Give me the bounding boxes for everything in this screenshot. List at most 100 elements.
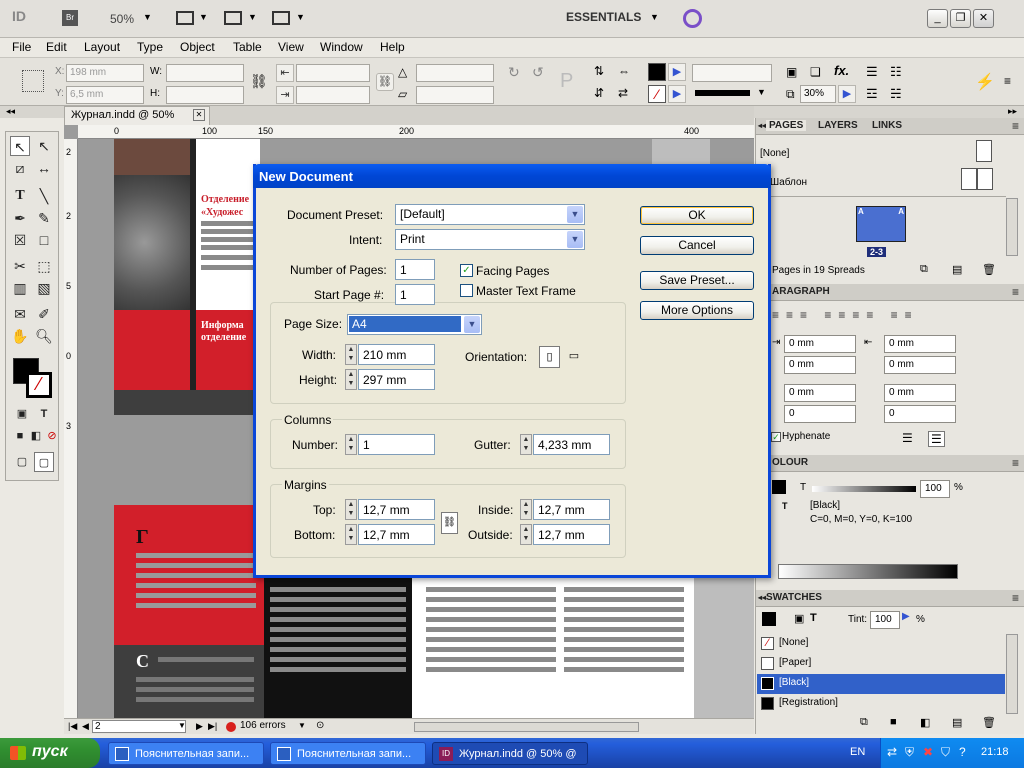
network-icon[interactable]: ⇄ [887,745,897,759]
pages-input[interactable] [395,259,435,280]
show-swatches-icon[interactable]: ⧉ [860,716,868,729]
x-field[interactable]: 198 mm [66,64,144,82]
master-frame-checkbox[interactable] [460,284,473,297]
intent-select[interactable]: Print ▼ [395,229,585,250]
collapse-icon[interactable]: ◂◂ [758,121,766,130]
apply-none-icon[interactable]: ⊘ [42,426,62,446]
text-formatting-icon[interactable]: T [782,501,788,511]
chevron-down-icon[interactable]: ▼ [567,231,583,248]
select-container-icon[interactable]: ⇔ [618,64,630,78]
stroke-weight-select[interactable] [692,64,772,82]
language-indicator[interactable]: EN [850,746,865,758]
tab-layers[interactable]: LAYERS [818,120,858,131]
chevron-down-icon[interactable]: ▼ [567,206,583,223]
h-field[interactable] [166,86,244,104]
wrap-jump-icon[interactable]: ☵ [890,86,902,102]
new-swatch-icon[interactable]: ▤ [952,716,962,729]
stroke-none-icon[interactable]: ⁄ [648,85,666,103]
close-button[interactable]: ✕ [973,9,994,28]
collapse-icon[interactable]: ◂◂ [758,593,766,602]
next-page-icon[interactable]: ▶ [196,721,203,732]
view-options-icon[interactable] [176,11,194,25]
inside-spinner[interactable]: ▲ ▼ [520,499,532,520]
chevron-down-icon[interactable]: ▼ [464,316,480,333]
outside-margin-input[interactable] [533,524,610,545]
stroke-color-icon[interactable]: ⁄ [26,372,52,398]
do-not-align-grid-icon[interactable]: ☰ [928,431,945,447]
taskbar-item-active[interactable]: ID Журнал.indd @ 50% @ [432,742,588,765]
more-options-button[interactable]: More Options [640,301,754,320]
swatch-row[interactable]: [Registration] [757,694,1005,714]
hand-tool-icon[interactable]: ✋ [10,326,30,346]
chevron-down-icon[interactable]: ▼ [143,12,152,22]
master-none[interactable]: [None] [760,148,789,159]
preview-view-icon[interactable]: ▢ [34,452,54,472]
opacity-field[interactable]: 30% [800,85,836,103]
colour-ramp[interactable] [778,564,958,579]
link-margins-icon[interactable]: ⛓ [441,512,458,534]
menu-layout[interactable]: Layout [84,40,120,54]
y-field[interactable]: 6,5 mm [66,86,144,104]
chevron-right-icon[interactable]: ▶ [668,85,686,103]
ok-button[interactable]: OK [640,206,754,225]
chevron-down-icon[interactable]: ▼ [298,721,306,730]
columns-number-input[interactable] [358,434,435,455]
type-tool-icon[interactable]: T [10,186,30,206]
tab-colour[interactable]: OLOUR [772,457,808,468]
horizontal-scrollbar[interactable] [414,722,639,732]
number-spinner[interactable]: ▲ ▼ [345,434,357,455]
first-page-icon[interactable]: |◀ [68,721,77,732]
panel-menu-icon[interactable]: ≡ [1012,285,1019,299]
gradient-feather-tool-icon[interactable]: ▧ [34,278,54,298]
menu-window[interactable]: Window [320,40,363,54]
tab-links[interactable]: LINKS [872,120,902,131]
wrap-object-icon[interactable]: ☲ [866,86,878,102]
facing-pages-checkbox[interactable]: ✓ [460,264,473,277]
direct-selection-tool-icon[interactable]: ↖ [34,136,54,156]
minimize-button[interactable]: _ [927,9,948,28]
panel-menu-icon[interactable]: ≡ [1012,591,1019,605]
scale-y-field[interactable] [296,86,370,104]
tint-field[interactable]: 100 [920,480,950,498]
lightning-icon[interactable]: ⚡ [975,72,995,92]
w-field[interactable] [166,64,244,82]
selection-tool-icon[interactable]: ↖ [10,136,30,156]
first-line-indent-field[interactable]: 0 mm [784,356,856,374]
reference-point-icon[interactable] [22,70,44,92]
dialog-title-bar[interactable]: New Document [253,164,771,188]
line-tool-icon[interactable]: ╲ [34,186,54,206]
flip-horizontal-icon[interactable]: ⇅ [594,64,604,78]
swatch-row-selected[interactable]: [Black] [757,674,1005,694]
gradient-swatches-icon[interactable]: ◧ [920,716,930,729]
portrait-icon[interactable]: ▯ [539,346,560,368]
colour-fill-icon[interactable] [772,480,786,494]
right-indent-field[interactable]: 0 mm [884,335,956,353]
opacity-icon[interactable]: ⧉ [786,87,795,102]
panel-menu-icon[interactable]: ≡ [1012,456,1019,470]
zoom-level[interactable]: 50% [110,12,134,26]
normal-view-icon[interactable]: ▢ [12,452,32,472]
previous-page-icon[interactable]: ◀ [82,721,89,732]
help-icon[interactable]: ? [959,745,966,759]
page-number-field[interactable]: 2 [92,720,186,733]
effects-fx-icon[interactable]: fx. [834,63,849,78]
chevron-down-icon[interactable]: ▼ [757,87,766,97]
rectangle-tool-icon[interactable]: □ [34,230,54,250]
expand-arrows-icon[interactable]: ▸▸ [1008,106,1017,117]
frame-fitting-icon[interactable]: ▣ [786,65,797,79]
tab-pages[interactable]: PAGES [766,120,807,131]
bottom-spinner[interactable]: ▲ ▼ [345,524,357,545]
horizontal-ruler[interactable]: 0 100 150 200 400 [78,125,754,139]
scale-y-icon[interactable]: ⇥ [276,86,294,104]
preset-select[interactable]: [Default] ▼ [395,204,585,225]
rectangle-frame-tool-icon[interactable]: ☒ [10,230,30,250]
collapse-arrows-icon[interactable]: ◂◂ [6,106,15,117]
formatting-container-icon[interactable]: ▣ [12,404,32,424]
color-swatches-icon[interactable]: ■ [890,716,897,728]
align-to-grid-icon[interactable]: ☰ [902,431,913,445]
top-spinner[interactable]: ▲ ▼ [345,499,357,520]
workspace-switcher[interactable]: ESSENTIALS [566,10,641,24]
formatting-text-icon[interactable]: T [34,404,54,424]
swatch-fill-icon[interactable] [762,612,776,626]
swatch-row[interactable]: [Paper] [757,654,1005,674]
